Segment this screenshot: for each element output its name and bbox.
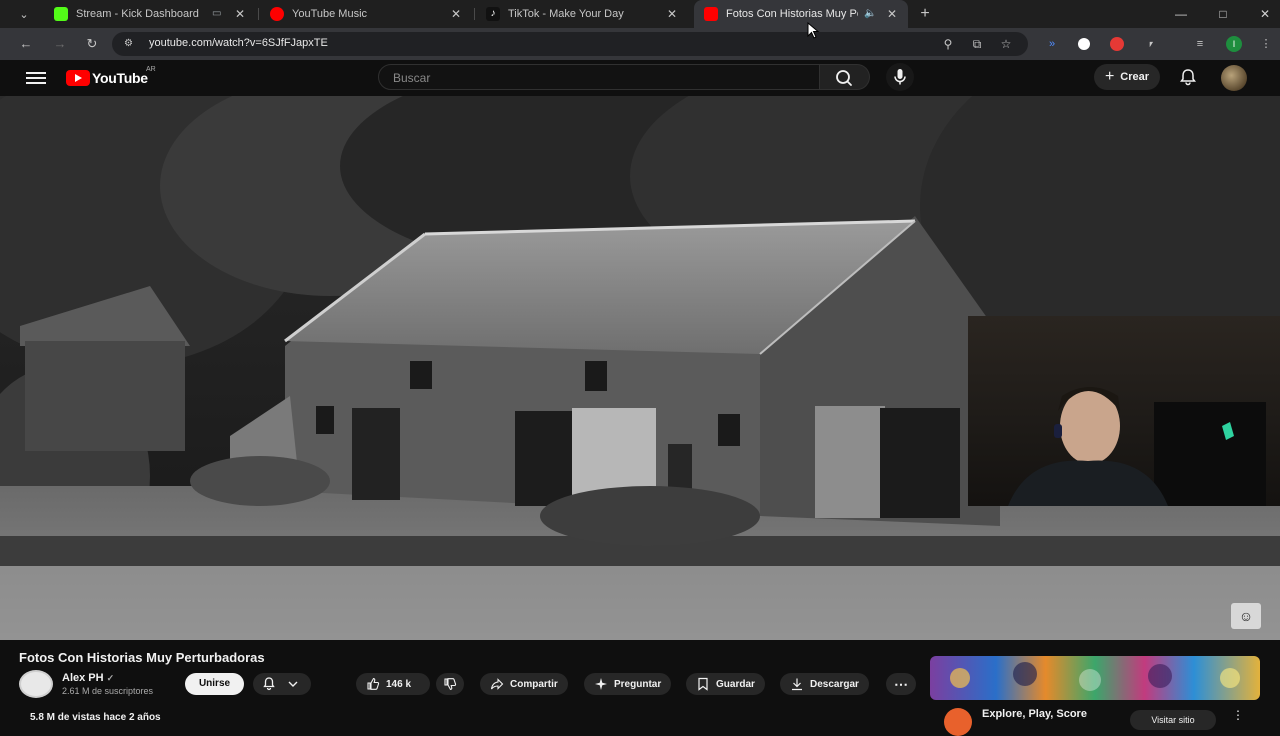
youtube-icon xyxy=(704,7,718,21)
new-tab-button[interactable]: + xyxy=(916,5,934,23)
tab-separator xyxy=(474,8,475,20)
sparkle-icon xyxy=(595,678,607,690)
sponsored-ad[interactable]: Explore, Play, Score Visitar sitio ⋮ xyxy=(930,656,1260,736)
video-player[interactable]: ☺ xyxy=(0,96,1280,640)
browser-toolbar: ← → ↻ ⚙ youtube.com/watch?v=6SJfFJapxTE … xyxy=(0,28,1280,60)
channel-name[interactable]: Alex PH ✓ xyxy=(62,672,114,684)
share-icon xyxy=(490,678,504,690)
search-button[interactable] xyxy=(820,64,870,90)
minimize-icon[interactable]: — xyxy=(1171,4,1191,24)
tab-search-chevron-icon[interactable]: ⌄ xyxy=(12,5,36,23)
youtube-play-icon xyxy=(66,70,90,86)
like-button[interactable]: 146 k xyxy=(356,673,430,695)
notifications-bell-icon[interactable] xyxy=(1178,67,1198,87)
tiktok-icon: ♪ xyxy=(486,7,500,21)
close-window-icon[interactable]: ✕ xyxy=(1255,4,1275,24)
browser-menu-icon[interactable]: ⋮ xyxy=(1258,36,1274,52)
streamer-webcam-overlay xyxy=(968,316,1280,506)
ad-menu-icon[interactable]: ⋮ xyxy=(1232,708,1244,726)
url-text[interactable]: youtube.com/watch?v=6SJfFJapxTE xyxy=(149,37,328,49)
bookmark-star-icon[interactable]: ☆ xyxy=(998,36,1014,52)
subscriber-count: 2.61 M de suscriptores xyxy=(62,686,154,696)
save-button[interactable]: Guardar xyxy=(686,673,765,695)
youtube-logo[interactable]: YouTube xyxy=(66,70,148,86)
share-button[interactable]: Compartir xyxy=(480,673,568,695)
tab-close-icon[interactable]: ✕ xyxy=(232,6,248,22)
bell-icon xyxy=(263,677,275,691)
tab-kick-dashboard[interactable]: Stream - Kick Dashboard ▭ ✕ xyxy=(44,0,256,28)
tab-separator xyxy=(258,8,259,20)
search-icon xyxy=(836,70,852,86)
extension-translate-icon[interactable]: » xyxy=(1044,36,1060,52)
youtube-masthead: YouTube AR Buscar + Crear xyxy=(0,60,1280,96)
search-input[interactable]: Buscar xyxy=(378,64,820,90)
more-actions-icon[interactable]: ⋯ xyxy=(886,673,916,695)
profile-icon[interactable]: I xyxy=(1226,36,1242,52)
thumbs-down-icon xyxy=(444,678,457,691)
join-button[interactable]: Unirse xyxy=(185,673,244,695)
extension-record-icon[interactable] xyxy=(1110,37,1124,51)
back-icon[interactable]: ← xyxy=(16,34,36,54)
ad-banner-image[interactable] xyxy=(930,656,1260,700)
extension-white-icon[interactable] xyxy=(1078,38,1090,50)
maximize-icon[interactable]: □ xyxy=(1213,4,1233,24)
zoom-icon[interactable]: ⚲ xyxy=(940,36,956,52)
tab-fotos-con-historias[interactable]: Fotos Con Historias Muy Perturbadoras 🔈 … xyxy=(694,0,908,28)
forward-icon[interactable]: → xyxy=(50,34,70,54)
thumbs-up-icon xyxy=(367,677,380,690)
voice-search-button[interactable] xyxy=(886,63,914,91)
youtube-music-icon xyxy=(270,7,284,21)
microphone-icon xyxy=(894,69,906,85)
download-icon xyxy=(792,678,802,691)
tab-close-icon[interactable]: ✕ xyxy=(664,6,680,22)
plus-icon: + xyxy=(1104,68,1115,85)
chevron-down-icon xyxy=(288,681,298,687)
player-overlay-icon[interactable]: ☺ xyxy=(1231,603,1261,629)
tab-youtube-music[interactable]: YouTube Music ✕ xyxy=(260,0,472,28)
bookmark-icon xyxy=(698,677,708,691)
media-controls-icon[interactable]: ≡ xyxy=(1192,36,1208,52)
tab-close-icon[interactable]: ✕ xyxy=(884,6,900,22)
extensions-puzzle-icon[interactable]: ⎖ xyxy=(1143,36,1159,52)
speaker-icon[interactable]: 🔈 xyxy=(864,8,876,19)
create-button[interactable]: + Crear xyxy=(1094,64,1160,90)
account-avatar[interactable] xyxy=(1221,65,1247,91)
streamer-webcam-image xyxy=(1008,387,1266,506)
channel-avatar[interactable] xyxy=(19,670,53,698)
video-title: Fotos Con Historias Muy Perturbadoras xyxy=(19,650,265,665)
tab-audio-badge-icon: ▭ xyxy=(212,8,222,19)
visit-site-button[interactable]: Visitar sitio xyxy=(1130,710,1216,730)
country-code: AR xyxy=(146,66,156,73)
hamburger-menu-icon[interactable] xyxy=(26,69,46,85)
reload-icon[interactable]: ↻ xyxy=(82,34,102,54)
address-bar[interactable]: ⚙ youtube.com/watch?v=6SJfFJapxTE ⚲ ⧉ ☆ xyxy=(112,32,1028,56)
site-info-icon[interactable]: ⚙ xyxy=(124,38,136,50)
tab-tiktok[interactable]: ♪ TikTok - Make Your Day ✕ xyxy=(476,0,688,28)
subscription-bell-button[interactable] xyxy=(253,673,311,695)
verified-check-icon: ✓ xyxy=(106,673,115,683)
tab-close-icon[interactable]: ✕ xyxy=(448,6,464,22)
dislike-button[interactable] xyxy=(436,673,464,695)
view-stats: 5.8 M de vistas hace 2 años xyxy=(30,712,161,723)
mouse-cursor-icon xyxy=(807,22,820,39)
ask-button[interactable]: Preguntar xyxy=(584,673,672,695)
ad-advertiser-logo[interactable] xyxy=(944,708,972,736)
download-button[interactable]: Descargar xyxy=(780,673,869,695)
kick-icon xyxy=(54,7,68,21)
browser-tabstrip: ⌄ Stream - Kick Dashboard ▭ ✕ YouTube Mu… xyxy=(0,0,1280,28)
install-app-icon[interactable]: ⧉ xyxy=(969,36,985,52)
ad-title[interactable]: Explore, Play, Score xyxy=(982,708,1087,720)
